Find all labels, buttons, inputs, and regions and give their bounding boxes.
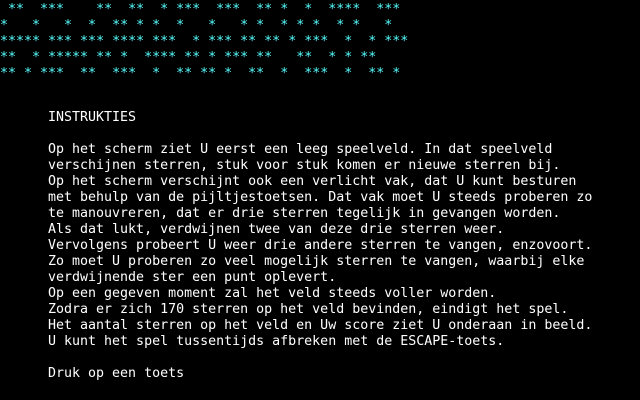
- instructions-title: INSTRUKTIES: [48, 110, 137, 125]
- instruction-line: te manouvreren, dat er drie sterren tege…: [48, 206, 561, 221]
- starfield-banner: ** *** ** ** * *** *** ** * * **** *** *…: [0, 0, 640, 100]
- press-any-key-prompt: Druk op een toets: [48, 366, 185, 381]
- instruction-line: Als dat lukt, verdwijnen twee van deze d…: [48, 222, 505, 237]
- instruction-line: Op een gegeven moment zal het veld steed…: [48, 286, 497, 301]
- instruction-line: verdwijnende ster een punt oplevert.: [48, 270, 337, 285]
- instruction-line: verschijnen sterren, stuk voor stuk kome…: [48, 158, 561, 173]
- banner-line: ***** *** *** **** *** * *** ** ** * ***…: [0, 34, 409, 49]
- banner-line: ** *** ** ** * *** *** ** * * **** ***: [0, 2, 401, 17]
- instruction-line: Zo moet U proberen zo veel mogelijk ster…: [48, 254, 585, 269]
- instruction-line: met behulp van de pijltjestoetsen. Dat v…: [48, 190, 593, 205]
- instruction-line: Zodra er zich 170 sterren op het veld be…: [48, 302, 569, 317]
- game-screen[interactable]: ** *** ** ** * *** *** ** * * **** *** *…: [0, 0, 640, 400]
- banner-line: * * * * ** * * * * * * * * * * * *: [0, 18, 393, 33]
- banner-line: ** * ***** ** * **** ** * *** ** ** * * …: [0, 50, 377, 65]
- instruction-line: Op het scherm verschijnt ook een verlich…: [48, 174, 577, 189]
- instruction-line: U kunt het spel tussentijds afbreken met…: [48, 334, 505, 349]
- instruction-line: Het aantal sterren op het veld en Uw sco…: [48, 318, 593, 333]
- instruction-line: Op het scherm ziet U eerst een leeg spee…: [48, 142, 553, 157]
- instruction-line: Vervolgens probeert U weer drie andere s…: [48, 238, 593, 253]
- banner-line: ** * *** ** *** * ** ** * ** * *** * ** …: [0, 66, 401, 81]
